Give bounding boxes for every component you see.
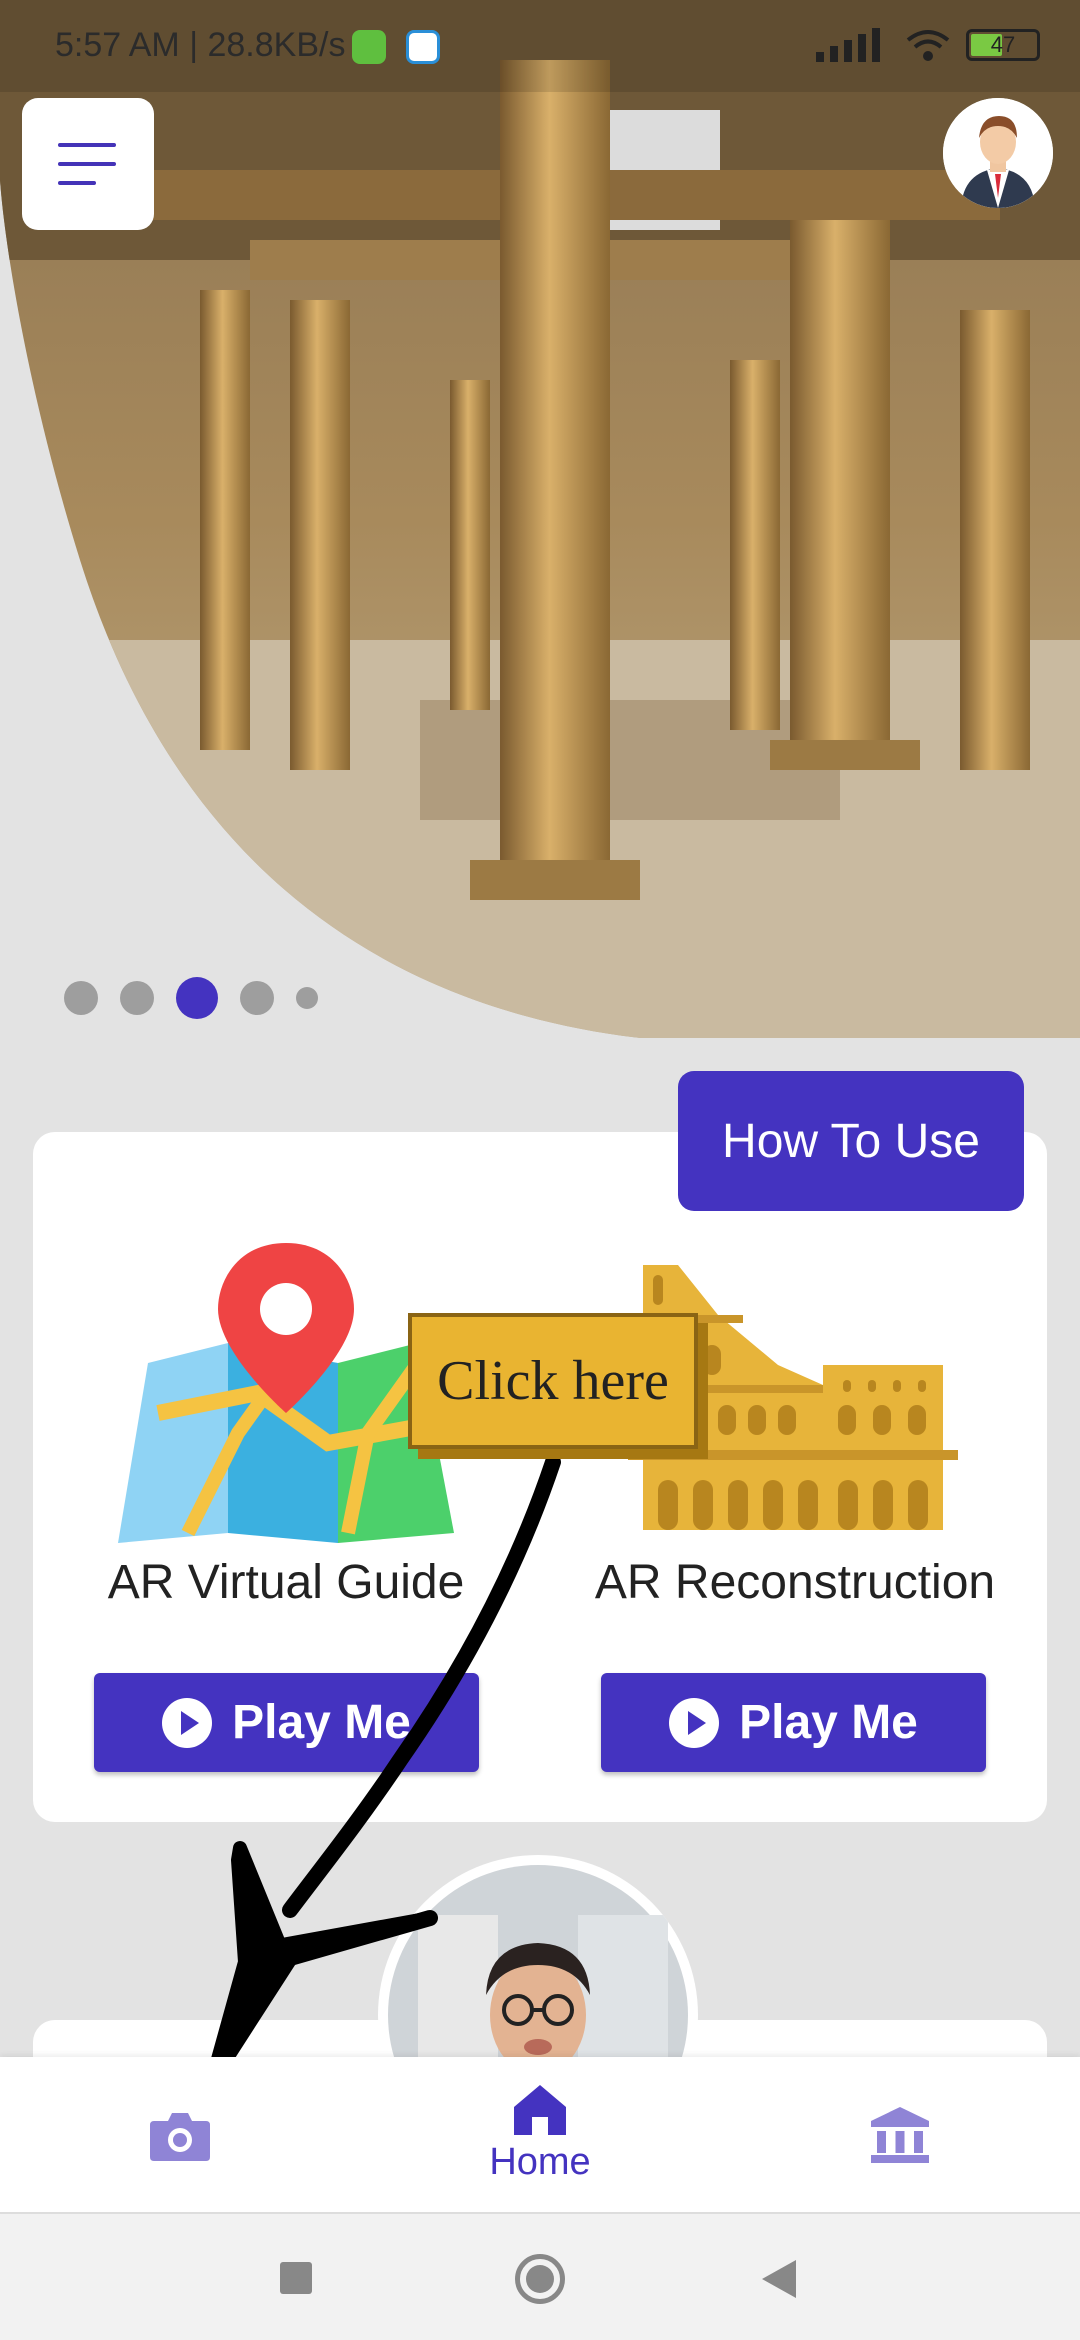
back-icon[interactable] (762, 2260, 796, 2298)
carousel-dot[interactable] (120, 981, 154, 1015)
bottom-navigation: Home (0, 2057, 1080, 2212)
status-bar: 5:57 AM | 28.8KB/s 47 (0, 0, 1080, 92)
map-pin-icon (118, 1243, 454, 1543)
feature-title-ar-reconstruction: AR Reconstruction (594, 1556, 996, 1609)
user-avatar-icon (943, 98, 1053, 208)
carousel-indicator (64, 977, 318, 1019)
signal-icon (816, 28, 880, 62)
carousel-dot[interactable] (64, 981, 98, 1015)
hero-carousel[interactable]: 5:57 AM | 28.8KB/s 47 (0, 0, 1080, 1040)
nav-item-home[interactable]: Home (360, 2057, 720, 2212)
museum-icon (871, 2106, 929, 2163)
play-icon (669, 1697, 720, 1748)
hero-image (0, 0, 1080, 1038)
home-system-icon-inner (526, 2265, 554, 2293)
battery-level: 47 (990, 32, 1016, 57)
system-navigation-bar (0, 2212, 1080, 2340)
profile-avatar-button[interactable] (943, 98, 1053, 208)
battery-icon: 47 (966, 29, 1040, 61)
play-icon (162, 1697, 213, 1748)
carousel-dot-active[interactable] (176, 977, 218, 1019)
status-icons: 47 (814, 28, 1040, 62)
camera-icon (150, 2112, 210, 2161)
nav-item-museum[interactable] (720, 2057, 1080, 2212)
how-to-use-button[interactable]: How To Use (678, 1071, 1024, 1211)
carousel-dot[interactable] (296, 987, 318, 1009)
feature-title-ar-virtual-guide: AR Virtual Guide (107, 1556, 465, 1609)
nav-item-camera[interactable] (0, 2057, 360, 2212)
play-button-label: Play Me (739, 1696, 918, 1749)
nav-label-home: Home (489, 2141, 591, 2183)
notification-app-icon (406, 30, 440, 64)
play-button-label: Play Me (232, 1696, 411, 1749)
click-here-annotation: Click here (408, 1313, 698, 1449)
home-icon (514, 2085, 566, 2135)
play-ar-reconstruction-button[interactable]: Play Me (601, 1673, 986, 1772)
carousel-dot[interactable] (240, 981, 274, 1015)
wifi-icon (906, 30, 950, 61)
menu-button[interactable] (22, 98, 154, 230)
status-time: 5:57 AM | 28.8KB/s (55, 26, 346, 64)
play-ar-virtual-guide-button[interactable]: Play Me (94, 1673, 479, 1772)
recents-icon[interactable] (280, 2262, 312, 2294)
hamburger-icon (58, 143, 116, 147)
notification-app-icon (352, 30, 386, 64)
